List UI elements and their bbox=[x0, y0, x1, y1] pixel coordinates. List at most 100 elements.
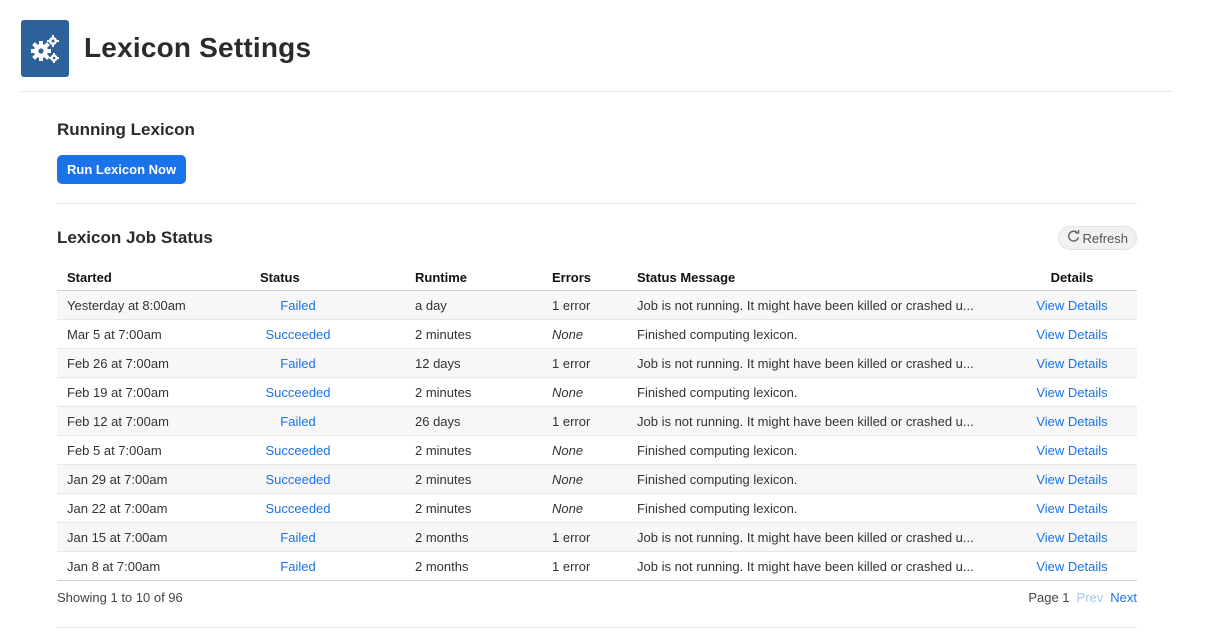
view-details-link[interactable]: View Details bbox=[1036, 530, 1107, 545]
cell-status-message: Finished computing lexicon. bbox=[627, 464, 1007, 494]
cell-started: Feb 5 at 7:00am bbox=[57, 435, 250, 465]
view-details-link[interactable]: View Details bbox=[1036, 356, 1107, 371]
cell-runtime: 2 months bbox=[405, 551, 542, 581]
cell-status-message: Finished computing lexicon. bbox=[627, 435, 1007, 465]
status-link[interactable]: Succeeded bbox=[260, 385, 336, 400]
cell-status: Succeeded bbox=[250, 435, 405, 465]
view-details-link[interactable]: View Details bbox=[1036, 414, 1107, 429]
table-row: Jan 15 at 7:00am Failed 2 months 1 error Job… bbox=[57, 522, 1137, 552]
status-link[interactable]: Failed bbox=[260, 298, 336, 313]
cell-details: View Details bbox=[1007, 348, 1137, 378]
cell-status-message: Job is not running. It might have been k… bbox=[627, 522, 1007, 552]
next-page-link[interactable]: Next bbox=[1110, 590, 1137, 605]
status-link[interactable]: Succeeded bbox=[260, 443, 336, 458]
cell-runtime: 2 minutes bbox=[405, 464, 542, 494]
cell-status-message: Job is not running. It might have been k… bbox=[627, 551, 1007, 581]
column-header-status[interactable]: Status bbox=[250, 264, 405, 291]
cell-runtime: a day bbox=[405, 290, 542, 320]
cell-errors: None bbox=[542, 464, 627, 494]
view-details-link[interactable]: View Details bbox=[1036, 472, 1107, 487]
page-title: Lexicon Settings bbox=[84, 32, 312, 63]
cell-runtime: 2 minutes bbox=[405, 319, 542, 349]
status-link[interactable]: Failed bbox=[260, 414, 336, 429]
status-link[interactable]: Failed bbox=[260, 356, 336, 371]
view-details-link[interactable]: View Details bbox=[1036, 559, 1107, 574]
table-row: Jan 8 at 7:00am Failed 2 months 1 error Job … bbox=[57, 551, 1137, 581]
cell-runtime: 2 months bbox=[405, 522, 542, 552]
cell-status-message: Job is not running. It might have been k… bbox=[627, 290, 1007, 320]
cell-details: View Details bbox=[1007, 522, 1137, 552]
cell-status-message: Finished computing lexicon. bbox=[627, 377, 1007, 407]
cell-status-message: Finished computing lexicon. bbox=[627, 319, 1007, 349]
table-row: Mar 5 at 7:00am Succeeded 2 minutes None Fin… bbox=[57, 319, 1137, 349]
cell-status-message: Job is not running. It might have been k… bbox=[627, 406, 1007, 436]
view-details-link[interactable]: View Details bbox=[1036, 443, 1107, 458]
column-header-details: Details bbox=[1007, 264, 1137, 291]
table-row: Feb 5 at 7:00am Succeeded 2 minutes None Fin… bbox=[57, 435, 1137, 465]
cell-errors: 1 error bbox=[542, 522, 627, 552]
refresh-icon bbox=[1067, 230, 1080, 246]
table-row: Jan 29 at 7:00am Succeeded 2 minutes None Fi… bbox=[57, 464, 1137, 494]
gears-icon bbox=[21, 20, 69, 77]
cell-errors: 1 error bbox=[542, 406, 627, 436]
table-row: Feb 12 at 7:00am Failed 26 days 1 error Job … bbox=[57, 406, 1137, 436]
column-header-errors[interactable]: Errors bbox=[542, 264, 627, 291]
cell-status: Succeeded bbox=[250, 319, 405, 349]
cell-started: Feb 26 at 7:00am bbox=[57, 348, 250, 378]
cell-status: Failed bbox=[250, 522, 405, 552]
refresh-label: Refresh bbox=[1082, 230, 1128, 246]
prev-page-link[interactable]: Prev bbox=[1077, 590, 1104, 605]
job-status-table: Started Status Runtime Errors Status Mes… bbox=[57, 264, 1137, 581]
cell-started: Jan 22 at 7:00am bbox=[57, 493, 250, 523]
cell-started: Feb 19 at 7:00am bbox=[57, 377, 250, 407]
cell-details: View Details bbox=[1007, 435, 1137, 465]
cell-started: Jan 29 at 7:00am bbox=[57, 464, 250, 494]
cell-status: Succeeded bbox=[250, 464, 405, 494]
showing-count: Showing 1 to 10 of 96 bbox=[57, 590, 183, 605]
cell-started: Jan 8 at 7:00am bbox=[57, 551, 250, 581]
status-link[interactable]: Succeeded bbox=[260, 501, 336, 516]
cell-status: Succeeded bbox=[250, 493, 405, 523]
status-link[interactable]: Succeeded bbox=[260, 472, 336, 487]
page-indicator: Page 1 bbox=[1028, 590, 1070, 605]
refresh-button[interactable]: Refresh bbox=[1058, 226, 1137, 250]
page-header: Lexicon Settings bbox=[21, 20, 1172, 92]
job-status-header: Lexicon Job Status Refresh bbox=[57, 224, 1137, 252]
status-link[interactable]: Succeeded bbox=[260, 327, 336, 342]
view-details-link[interactable]: View Details bbox=[1036, 385, 1107, 400]
run-lexicon-now-button[interactable]: Run Lexicon Now bbox=[57, 155, 187, 184]
cell-status: Failed bbox=[250, 348, 405, 378]
cell-errors: 1 error bbox=[542, 290, 627, 320]
view-details-link[interactable]: View Details bbox=[1036, 298, 1107, 313]
cell-status-message: Finished computing lexicon. bbox=[627, 493, 1007, 523]
table-row: Feb 19 at 7:00am Succeeded 2 minutes None Fi… bbox=[57, 377, 1137, 407]
pagination: Page 1 Prev Next bbox=[1028, 590, 1137, 605]
cell-status: Succeeded bbox=[250, 377, 405, 407]
column-header-started[interactable]: Started bbox=[57, 264, 250, 291]
cell-status: Failed bbox=[250, 290, 405, 320]
cell-started: Yesterday at 8:00am bbox=[57, 290, 250, 320]
cell-started: Feb 12 at 7:00am bbox=[57, 406, 250, 436]
settings-page: Lexicon Settings Running Lexicon Run Lex… bbox=[0, 0, 1219, 640]
view-details-link[interactable]: View Details bbox=[1036, 327, 1107, 342]
view-details-link[interactable]: View Details bbox=[1036, 501, 1107, 516]
cell-errors: None bbox=[542, 493, 627, 523]
column-header-runtime[interactable]: Runtime bbox=[405, 264, 542, 291]
job-status-heading: Lexicon Job Status bbox=[57, 228, 213, 247]
column-header-status-message[interactable]: Status Message bbox=[627, 264, 1007, 291]
table-row: Yesterday at 8:00am Failed a day 1 error Job… bbox=[57, 290, 1137, 320]
table-footer: Showing 1 to 10 of 96 Page 1 Prev Next bbox=[57, 590, 1137, 605]
job-rows: Yesterday at 8:00am Failed a day 1 error Job… bbox=[57, 290, 1137, 581]
cell-details: View Details bbox=[1007, 377, 1137, 407]
status-link[interactable]: Failed bbox=[260, 530, 336, 545]
cell-errors: 1 error bbox=[542, 551, 627, 581]
cell-details: View Details bbox=[1007, 290, 1137, 320]
status-link[interactable]: Failed bbox=[260, 559, 336, 574]
table-header-row: Started Status Runtime Errors Status Mes… bbox=[57, 264, 1137, 291]
cell-started: Mar 5 at 7:00am bbox=[57, 319, 250, 349]
running-lexicon-heading: Running Lexicon bbox=[57, 120, 195, 139]
cell-errors: None bbox=[542, 435, 627, 465]
cell-details: View Details bbox=[1007, 464, 1137, 494]
cell-runtime: 2 minutes bbox=[405, 493, 542, 523]
cell-details: View Details bbox=[1007, 319, 1137, 349]
